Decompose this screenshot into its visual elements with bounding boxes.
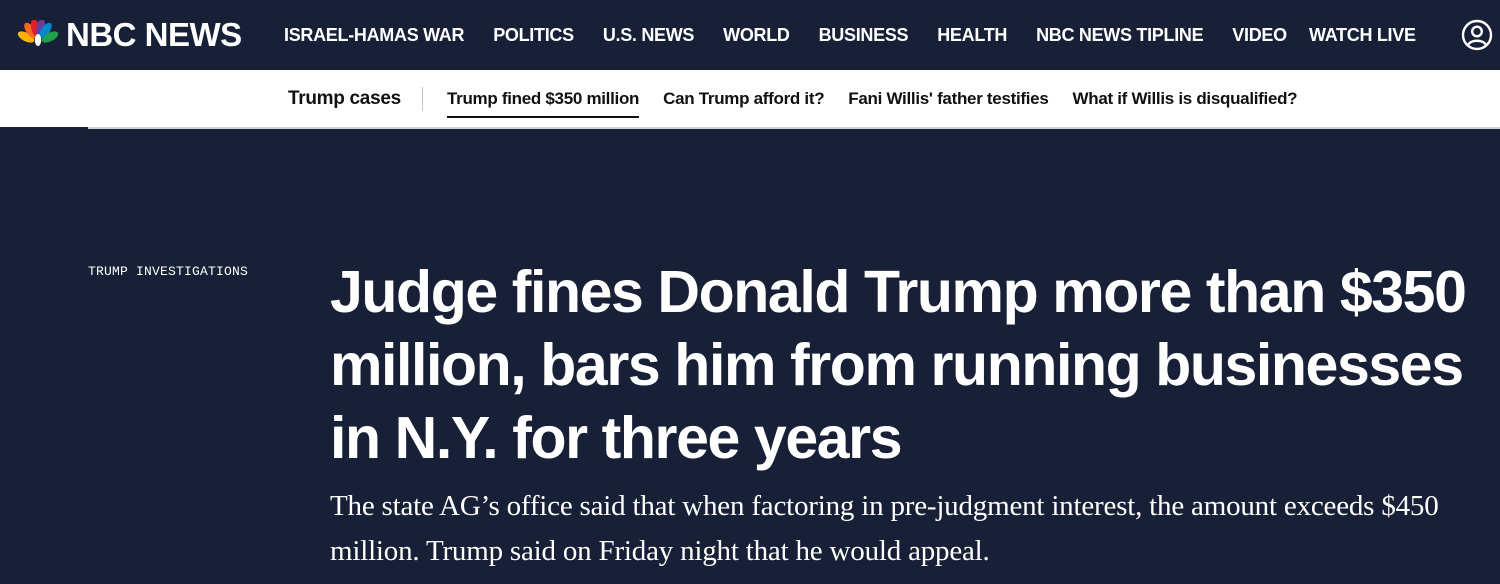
nav-item-israel-hamas-war[interactable]: ISRAEL-HAMAS WAR: [284, 25, 465, 46]
nav-item-business[interactable]: BUSINESS: [819, 25, 909, 46]
subnav-link-willis-father[interactable]: Fani Willis' father testifies: [848, 89, 1048, 109]
article-headline: Judge fines Donald Trump more than $350 …: [330, 259, 1467, 471]
trump-cases-subnav: Trump cases Trump fined $350 million Can…: [0, 70, 1500, 127]
article-dek: The state AG’s office said that when fac…: [330, 490, 1439, 567]
nav-item-politics[interactable]: POLITICS: [493, 25, 574, 46]
subnav-links: Trump fined $350 million Can Trump affor…: [447, 70, 1321, 127]
section-label[interactable]: TRUMP INVESTIGATIONS: [88, 264, 248, 279]
subnav-title: Trump cases: [288, 87, 401, 109]
brand-name: NBC NEWS: [66, 15, 242, 53]
watch-live-link[interactable]: WATCH LIVE: [1309, 0, 1416, 70]
subnav-link-trump-fined[interactable]: Trump fined $350 million: [447, 89, 639, 118]
nav-item-video[interactable]: VIDEO: [1232, 25, 1287, 46]
nav-item-world[interactable]: WORLD: [723, 25, 790, 46]
nbc-news-logo[interactable]: NBC NEWS: [16, 16, 242, 52]
top-navigation: NBC NEWS ISRAEL-HAMAS WAR POLITICS U.S. …: [0, 0, 1500, 70]
nav-item-us-news[interactable]: U.S. NEWS: [603, 25, 695, 46]
subnav-divider: [422, 87, 423, 111]
primary-nav: ISRAEL-HAMAS WAR POLITICS U.S. NEWS WORL…: [284, 0, 1316, 70]
peacock-logo-icon: [17, 20, 59, 46]
nav-item-health[interactable]: HEALTH: [937, 25, 1007, 46]
nav-item-tipline[interactable]: NBC NEWS TIPLINE: [1036, 25, 1204, 46]
user-circle-icon: [1461, 19, 1493, 51]
account-button[interactable]: [1461, 19, 1493, 51]
subnav-bottom-rule: [88, 127, 1500, 129]
subnav-link-willis-disqualified[interactable]: What if Willis is disqualified?: [1072, 89, 1297, 109]
subnav-link-can-trump-afford[interactable]: Can Trump afford it?: [663, 89, 824, 109]
